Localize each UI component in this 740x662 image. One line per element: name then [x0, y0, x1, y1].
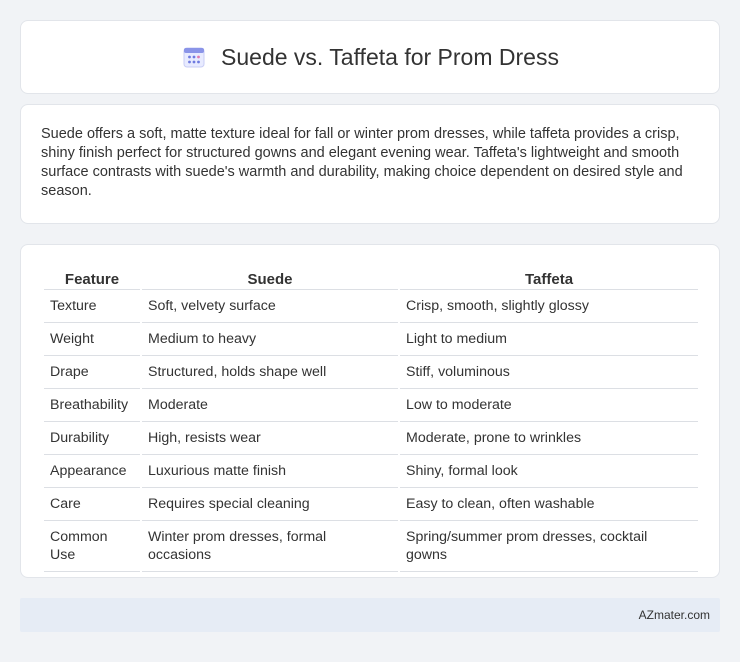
cell-taffeta: Crisp, smooth, slightly glossy	[400, 290, 698, 323]
table-row: Drape Structured, holds shape well Stiff…	[44, 356, 698, 389]
table-row: Common Use Winter prom dresses, formal o…	[44, 521, 698, 572]
cell-taffeta: Shiny, formal look	[400, 455, 698, 488]
cell-taffeta: Moderate, prone to wrinkles	[400, 422, 698, 455]
summary-text: Suede offers a soft, matte texture ideal…	[41, 126, 683, 199]
cell-suede: Structured, holds shape well	[142, 356, 398, 389]
cell-feature: Durability	[44, 422, 140, 455]
cell-suede: Luxurious matte finish	[142, 455, 398, 488]
table-row: Weight Medium to heavy Light to medium	[44, 323, 698, 356]
cell-suede: Medium to heavy	[142, 323, 398, 356]
header-feature: Feature	[44, 265, 140, 290]
cell-feature: Weight	[44, 323, 140, 356]
title-wrap: Suede vs. Taffeta for Prom Dress	[181, 44, 559, 71]
header-suede: Suede	[142, 265, 398, 290]
cell-feature: Common Use	[44, 521, 140, 572]
header-taffeta: Taffeta	[400, 265, 698, 290]
cell-taffeta: Easy to clean, often washable	[400, 488, 698, 521]
cell-taffeta: Light to medium	[400, 323, 698, 356]
cell-suede: Winter prom dresses, formal occasions	[142, 521, 398, 572]
cell-taffeta: Low to moderate	[400, 389, 698, 422]
table-row: Appearance Luxurious matte finish Shiny,…	[44, 455, 698, 488]
cell-feature: Breathability	[44, 389, 140, 422]
cell-feature: Drape	[44, 356, 140, 389]
cell-suede: Moderate	[142, 389, 398, 422]
cell-taffeta: Spring/summer prom dresses, cocktail gow…	[400, 521, 698, 572]
cell-feature: Care	[44, 488, 140, 521]
table-row: Texture Soft, velvety surface Crisp, smo…	[44, 290, 698, 323]
calendar-icon	[181, 44, 207, 70]
cell-suede: High, resists wear	[142, 422, 398, 455]
comparison-table: Feature Suede Taffeta Texture Soft, velv…	[42, 265, 700, 572]
cell-taffeta: Stiff, voluminous	[400, 356, 698, 389]
cell-suede: Soft, velvety surface	[142, 290, 398, 323]
table-header-row: Feature Suede Taffeta	[44, 265, 698, 290]
table-row: Breathability Moderate Low to moderate	[44, 389, 698, 422]
cell-feature: Appearance	[44, 455, 140, 488]
table-row: Durability High, resists wear Moderate, …	[44, 422, 698, 455]
title-card: Suede vs. Taffeta for Prom Dress	[20, 20, 720, 94]
page-title: Suede vs. Taffeta for Prom Dress	[221, 43, 559, 70]
table-card: Feature Suede Taffeta Texture Soft, velv…	[20, 244, 720, 578]
cell-feature: Texture	[44, 290, 140, 323]
table-row: Care Requires special cleaning Easy to c…	[44, 488, 698, 521]
footer-site-name: AZmater.com	[638, 608, 710, 622]
summary-card: Suede offers a soft, matte texture ideal…	[20, 104, 720, 224]
footer-bar: AZmater.com	[20, 598, 720, 632]
cell-suede: Requires special cleaning	[142, 488, 398, 521]
